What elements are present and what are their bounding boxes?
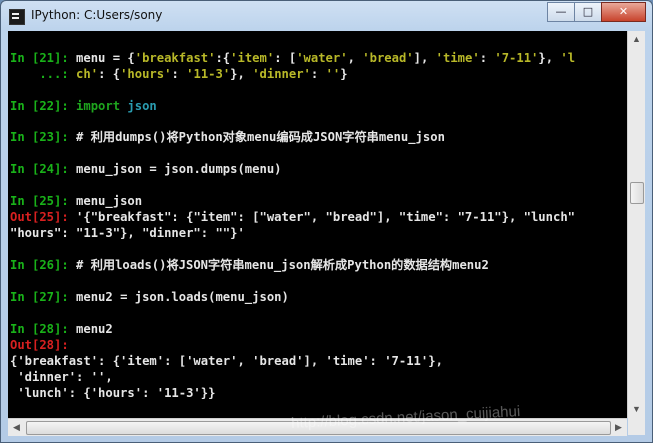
code-text: : [ — [274, 51, 297, 65]
console-line: 'lunch': {'hours': '11-3'}} — [10, 386, 215, 400]
console-line: In [25]: menu_json — [10, 194, 142, 208]
string-literal: 'dinner' — [252, 67, 311, 81]
comment-text: # 利用dumps()将Python对象menu编码成JSON字符串menu_j… — [76, 130, 445, 144]
output-text: {'breakfast': {'item': ['water', 'bread'… — [10, 354, 443, 368]
console-output[interactable]: In [21]: menu = {'breakfast':{'item': ['… — [8, 31, 627, 418]
comment-text: # 利用loads()将JSON字符串menu_json解析成Python的数据… — [76, 258, 489, 272]
code-text: :{ — [215, 51, 231, 65]
console-line: In [22]: import json — [10, 99, 157, 113]
scrollbar-corner — [628, 418, 645, 435]
in-prompt: In [22]: — [10, 99, 77, 113]
ipython-window: IPython: C:Users/sony — □ ✕ In [21]: men… — [0, 0, 653, 443]
keyword: import — [76, 99, 121, 113]
maximize-button[interactable]: □ — [574, 2, 602, 22]
code-text: menu = { — [76, 51, 135, 65]
in-prompt: In [25]: — [10, 194, 77, 208]
in-prompt: In [26]: — [10, 258, 77, 272]
string-literal: 'water' — [296, 51, 348, 65]
console-line: In [21]: menu = {'breakfast':{'item': ['… — [10, 51, 575, 65]
minimize-button[interactable]: — — [547, 2, 575, 22]
in-prompt: In [24]: — [10, 162, 77, 176]
in-prompt: In [23]: — [10, 130, 77, 144]
code-text: menu2 — [76, 322, 113, 336]
string-literal: 'l — [560, 51, 576, 65]
ipython-app-icon — [9, 9, 25, 25]
code-text: : { — [98, 67, 121, 81]
in-prompt: In [27]: — [10, 290, 77, 304]
code-text: : — [310, 67, 326, 81]
console-line: Out[25]: '{"breakfast": {"item": ["water… — [10, 210, 575, 224]
vertical-scrollbar[interactable]: ▲ ▼ — [627, 31, 645, 418]
scroll-up-arrow-icon[interactable]: ▲ — [628, 31, 645, 48]
string-literal: 'item' — [230, 51, 275, 65]
string-literal: 'breakfast' — [134, 51, 216, 65]
code-text: menu_json = json.dumps(menu) — [76, 162, 282, 176]
code-text: } — [340, 67, 348, 81]
code-text: : — [171, 67, 187, 81]
continuation-prompt: ...: — [10, 67, 77, 81]
console-line: ...: ch': {'hours': '11-3'}, 'dinner': '… — [10, 67, 348, 81]
in-prompt: In [28]: — [10, 322, 77, 336]
output-text: "hours": "11-3"}, "dinner": ""}' — [10, 226, 245, 240]
in-prompt: In [21]: — [10, 51, 77, 65]
output-text: '{"breakfast": {"item": ["water", "bread… — [76, 210, 575, 224]
string-literal: 'hours' — [120, 67, 172, 81]
string-literal: ch' — [76, 67, 99, 81]
console-line: 'dinner': '', — [10, 370, 113, 384]
close-button[interactable]: ✕ — [601, 2, 646, 22]
console-line: In [26]: # 利用loads()将JSON字符串menu_json解析成… — [10, 258, 489, 272]
out-prompt: Out[28]: — [10, 338, 77, 352]
console-line: In [27]: menu2 = json.loads(menu_json) — [10, 290, 289, 304]
console-line: Out[28]: — [10, 338, 76, 352]
string-literal: 'bread' — [362, 51, 414, 65]
string-literal: '' — [325, 67, 341, 81]
title-bar[interactable]: IPython: C:Users/sony — □ ✕ — [1, 1, 652, 31]
console-line: In [28]: menu2 — [10, 322, 113, 336]
console-line: "hours": "11-3"}, "dinner": ""}' — [10, 226, 245, 240]
code-text: menu2 = json.loads(menu_json) — [76, 290, 289, 304]
code-text: ], — [413, 51, 436, 65]
window-controls: — □ ✕ — [547, 2, 646, 22]
string-literal: '7-11' — [494, 51, 539, 65]
scroll-left-arrow-icon[interactable]: ◀ — [8, 419, 25, 436]
code-text: }, — [230, 67, 253, 81]
code-text: , — [347, 51, 363, 65]
string-literal: '11-3' — [186, 67, 231, 81]
console-line: In [24]: menu_json = json.dumps(menu) — [10, 162, 282, 176]
output-text: 'dinner': '', — [10, 370, 113, 384]
out-prompt: Out[25]: — [10, 210, 77, 224]
code-text: : — [479, 51, 495, 65]
output-text: 'lunch': {'hours': '11-3'}} — [10, 386, 216, 400]
string-literal: 'time' — [435, 51, 480, 65]
scroll-right-arrow-icon[interactable]: ▶ — [610, 419, 627, 436]
scroll-down-arrow-icon[interactable]: ▼ — [628, 401, 645, 418]
window-title: IPython: C:Users/sony — [31, 8, 163, 22]
console-line: In [23]: # 利用dumps()将Python对象menu编码成JSON… — [10, 130, 445, 144]
code-text: }, — [538, 51, 561, 65]
code-text: menu_json — [76, 194, 143, 208]
module-name: json — [127, 99, 157, 113]
vertical-scroll-thumb[interactable] — [630, 182, 644, 204]
console-line: {'breakfast': {'item': ['water', 'bread'… — [10, 354, 443, 368]
